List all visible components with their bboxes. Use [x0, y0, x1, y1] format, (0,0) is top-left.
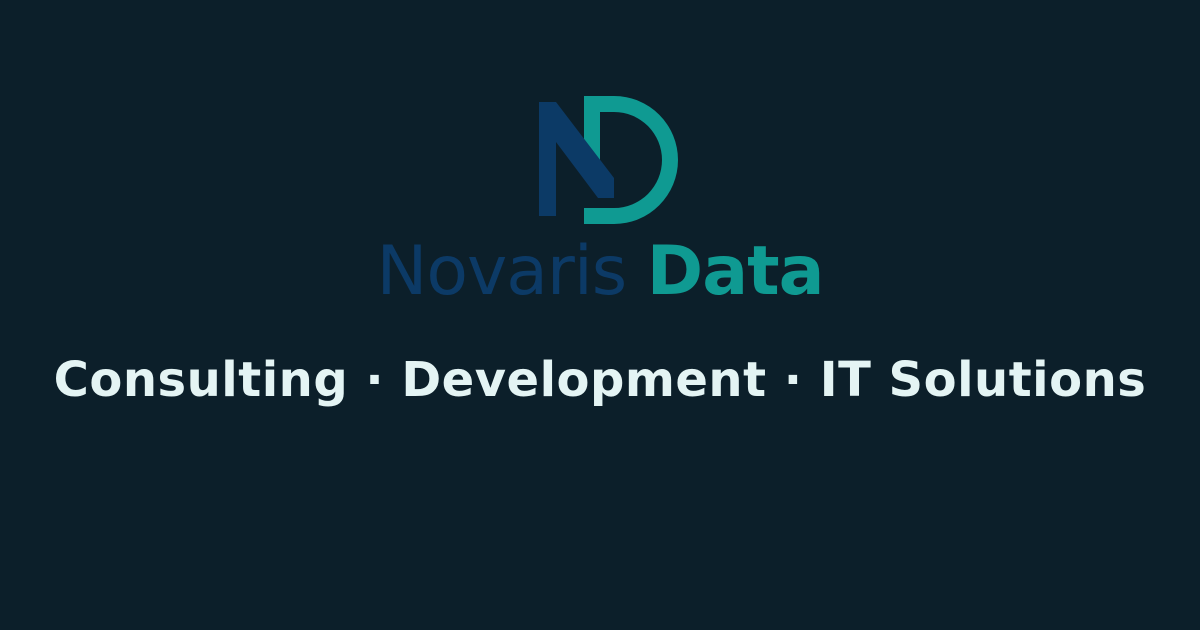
brand-name-secondary: Data	[646, 232, 825, 311]
brand-wordmark: Novaris Data	[0, 232, 1200, 312]
monogram-n-shape	[539, 102, 614, 216]
tagline: Consulting · Development · IT Solutions	[53, 352, 1147, 408]
brand-name-primary: Novaris	[376, 232, 627, 311]
nd-monogram-icon	[539, 96, 678, 224]
